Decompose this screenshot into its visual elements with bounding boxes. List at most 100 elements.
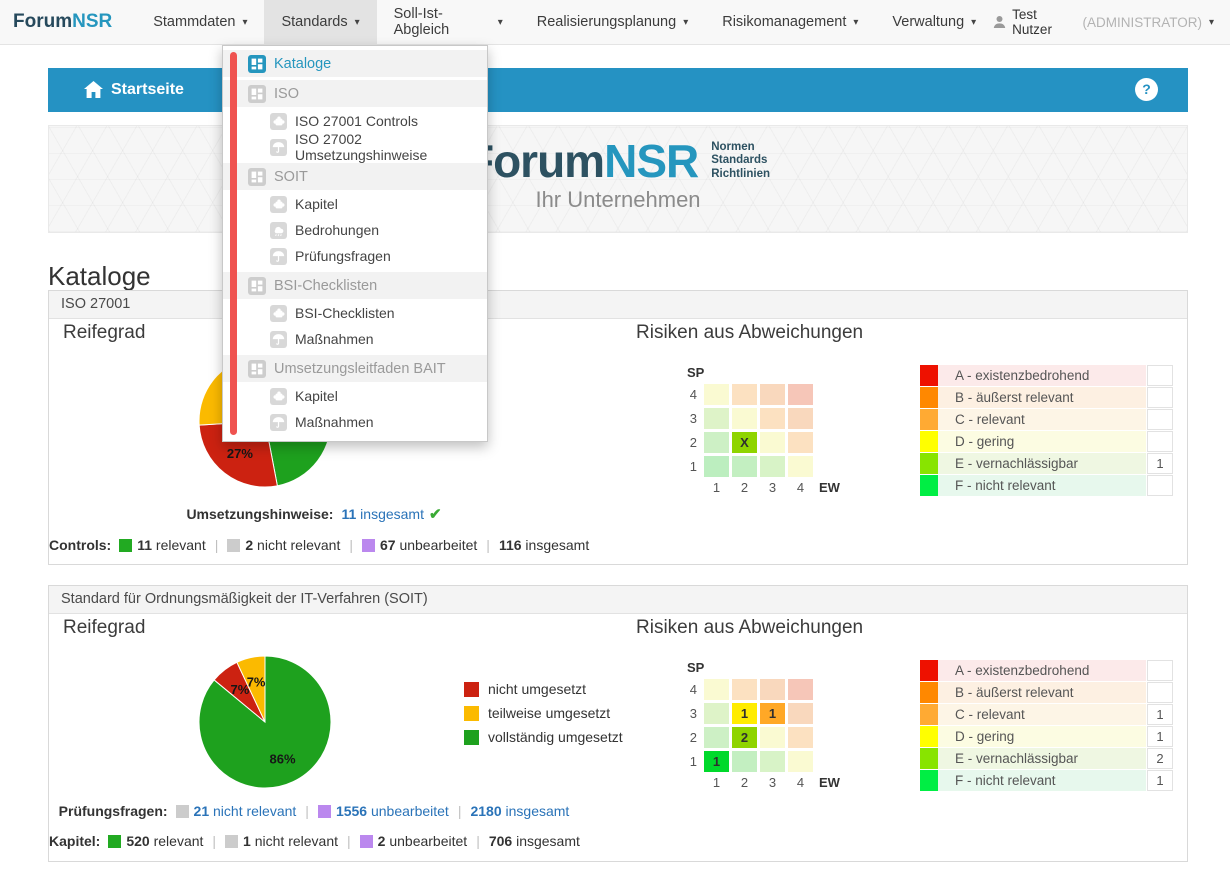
chevron-down-icon: ▾	[853, 17, 858, 28]
dropdown-item-label: ISO 27002 Umsetzungshinweise	[295, 131, 487, 163]
dropdown-item-ma-nahmen[interactable]: Maßnahmen	[223, 326, 487, 352]
brand-part-2: NSR	[72, 11, 112, 33]
dropdown-item-kapitel[interactable]: Kapitel	[223, 191, 487, 217]
dropdown-item-bedrohungen[interactable]: Bedrohungen	[223, 217, 487, 243]
matrix-cell[interactable]: X	[732, 432, 757, 453]
user-name: Test Nutzer	[1012, 7, 1078, 37]
matrix-col-label: 1	[704, 775, 729, 790]
nav-item-label: Verwaltung	[892, 14, 964, 30]
matrix-cell	[760, 727, 785, 748]
stats-separator: |	[305, 803, 309, 819]
puzzle-icon	[270, 196, 287, 213]
dropdown-item-ma-nahmen[interactable]: Maßnahmen	[223, 409, 487, 435]
matrix-cell	[760, 751, 785, 772]
matrix-row-label: 2	[679, 727, 697, 748]
breadcrumb-banner[interactable]: Startseite ?	[48, 68, 1188, 112]
dropdown-item-kapitel[interactable]: Kapitel	[223, 383, 487, 409]
brand-logo[interactable]: ForumNSR	[0, 0, 136, 44]
hero-logo-part-2: NSR	[604, 135, 698, 187]
risks-heading: Risiken aus Abweichungen	[636, 322, 863, 344]
tiles-icon	[248, 55, 266, 73]
risk-class-count: 1	[1147, 726, 1173, 747]
dropdown-section-soit[interactable]: SOIT	[223, 163, 487, 190]
nav-item-standards[interactable]: Standards▾	[264, 0, 376, 44]
matrix-row: 11	[679, 751, 840, 772]
dropdown-item-pr-fungsfragen[interactable]: Prüfungsfragen	[223, 243, 487, 269]
stats-label: Kapitel:	[49, 833, 100, 849]
matrix-cell[interactable]: 1	[704, 751, 729, 772]
risk-class-label: D - gering	[938, 726, 1146, 747]
stats-count: 706	[489, 833, 512, 849]
risk-legend-table: A - existenzbedrohendB - äußerst relevan…	[920, 365, 1173, 497]
matrix-row: 4	[679, 384, 840, 405]
stats-text-link[interactable]: unbearbeitet	[367, 803, 449, 819]
nav-item-realisierungsplanung[interactable]: Realisierungsplanung▾	[520, 0, 706, 44]
stats-text-link[interactable]: nicht relevant	[209, 803, 296, 819]
nav-item-verwaltung[interactable]: Verwaltung ▾	[875, 0, 993, 44]
matrix-cell[interactable]: 2	[732, 727, 757, 748]
dropdown-item-iso-27002-umsetzungshinweise[interactable]: ISO 27002 Umsetzungshinweise	[223, 134, 487, 160]
chevron-down-icon: ▾	[355, 17, 360, 28]
stats-text-link[interactable]: insgesamt	[356, 506, 424, 522]
stats-swatch	[225, 835, 238, 848]
stats-swatch	[318, 805, 331, 818]
stats-count-link[interactable]: 11	[341, 506, 356, 522]
pie-legend: nicht umgesetztteilweise umgesetztvollst…	[464, 681, 623, 753]
stats-swatch	[362, 539, 375, 552]
matrix-col-label: 4	[788, 480, 813, 495]
risk-legend-row: C - relevant	[920, 409, 1173, 430]
risk-class-count: 1	[1147, 704, 1173, 725]
risk-class-count: 2	[1147, 748, 1173, 769]
maturity-heading: Reifegrad	[63, 322, 145, 344]
matrix-cell	[732, 384, 757, 405]
dropdown-link-kataloge[interactable]: Kataloge	[223, 50, 487, 77]
home-icon	[84, 81, 103, 98]
pie-legend-item: nicht umgesetzt	[464, 681, 623, 697]
help-button[interactable]: ?	[1135, 78, 1158, 101]
puzzle-icon	[270, 388, 287, 405]
matrix-cell	[704, 408, 729, 429]
check-icon: ✔	[429, 506, 442, 523]
stats-count-link[interactable]: 2180	[470, 803, 501, 819]
stats-count: 116	[499, 537, 522, 553]
matrix-cell	[788, 727, 813, 748]
puzzle-icon	[270, 113, 287, 130]
dropdown-item-label: Kapitel	[295, 388, 338, 404]
matrix-cell	[760, 384, 785, 405]
umbrella-icon	[270, 331, 287, 348]
matrix-cell	[732, 679, 757, 700]
stats-count-link[interactable]: 21	[194, 803, 210, 819]
risk-class-label: A - existenzbedrohend	[938, 365, 1146, 386]
matrix-cell[interactable]: 1	[732, 703, 757, 724]
matrix-cell	[732, 408, 757, 429]
stats-text-link[interactable]: insgesamt	[502, 803, 570, 819]
matrix-row: 2X	[679, 432, 840, 453]
standards-dropdown: KatalogeISOISO 27001 ControlsISO 27002 U…	[222, 45, 488, 442]
matrix-cell	[704, 456, 729, 477]
legend-swatch	[464, 730, 479, 745]
nav-item-stammdaten[interactable]: Stammdaten▾	[136, 0, 264, 44]
matrix-cell[interactable]: 1	[760, 703, 785, 724]
matrix-col-labels: 1234EW	[679, 480, 840, 495]
matrix-y-axis-label: SP	[687, 660, 840, 675]
risk-class-count	[1147, 387, 1173, 408]
user-icon	[993, 15, 1006, 29]
risk-legend-row: C - relevant1	[920, 704, 1173, 725]
matrix-y-axis-label: SP	[687, 365, 840, 380]
user-role: (ADMINISTRATOR)	[1082, 15, 1202, 30]
dropdown-section-iso[interactable]: ISO	[223, 80, 487, 107]
stats-text: unbearbeitet	[385, 833, 467, 849]
pie-slice-label: 27%	[227, 446, 253, 461]
chevron-down-icon: ▾	[1209, 17, 1214, 28]
nav-item-soll-ist-abgleich[interactable]: Soll-Ist-Abgleich▾	[377, 0, 520, 44]
dropdown-section-bsi-checklisten[interactable]: BSI-Checklisten	[223, 272, 487, 299]
user-menu[interactable]: Test Nutzer (ADMINISTRATOR) ▾	[993, 0, 1230, 44]
risk-class-count	[1147, 365, 1173, 386]
nav-item-risikomanagement[interactable]: Risikomanagement▾	[705, 0, 875, 44]
dropdown-section-umsetzungsleitfaden-bait[interactable]: Umsetzungsleitfaden BAIT	[223, 355, 487, 382]
dropdown-item-bsi-checklisten[interactable]: BSI-Checklisten	[223, 300, 487, 326]
stats-count: 1	[243, 833, 251, 849]
stats-count-link[interactable]: 1556	[336, 803, 367, 819]
matrix-row: 1	[679, 456, 840, 477]
chevron-down-icon: ▾	[971, 17, 976, 28]
